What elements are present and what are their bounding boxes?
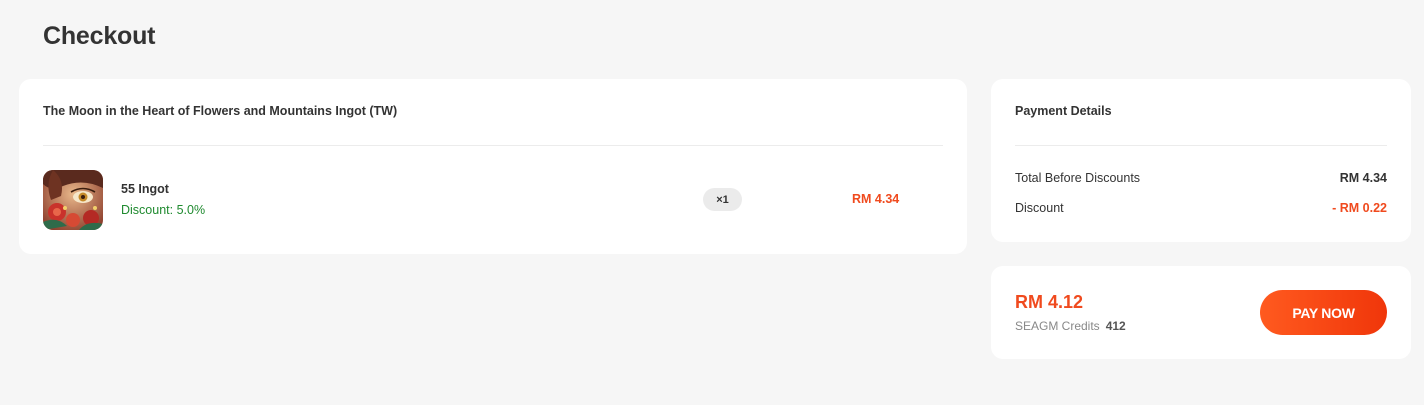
credits-label: SEAGM Credits <box>1015 319 1100 333</box>
product-thumbnail-image <box>43 170 103 230</box>
total-amount: RM 4.12 <box>1015 292 1084 312</box>
seagm-credits: SEAGM Credits 412 <box>1015 319 1126 333</box>
discount-value: - RM 0.22 <box>1332 201 1387 215</box>
item-name: 55 Ingot <box>121 182 169 196</box>
credits-value: 412 <box>1105 319 1126 333</box>
order-card: The Moon in the Heart of Flowers and Mou… <box>19 79 967 254</box>
pay-card: RM 4.12 SEAGM Credits 412 PAY NOW <box>991 266 1411 359</box>
quantity-badge: ×1 <box>703 188 742 211</box>
discount-label: Discount <box>1015 201 1064 215</box>
payment-details-title: Payment Details <box>1015 104 1112 118</box>
payment-divider <box>1015 145 1387 146</box>
page-title: Checkout <box>43 22 156 50</box>
item-price: RM 4.34 <box>852 192 900 206</box>
product-title: The Moon in the Heart of Flowers and Mou… <box>43 104 398 118</box>
payment-details-card: Payment Details Total Before Discounts R… <box>991 79 1411 242</box>
item-discount: Discount: 5.0% <box>121 203 206 217</box>
order-divider <box>43 145 943 146</box>
total-before-discounts-label: Total Before Discounts <box>1015 171 1141 185</box>
pay-now-button[interactable]: PAY NOW <box>1260 290 1387 335</box>
total-before-discounts-value: RM 4.34 <box>1339 171 1387 185</box>
